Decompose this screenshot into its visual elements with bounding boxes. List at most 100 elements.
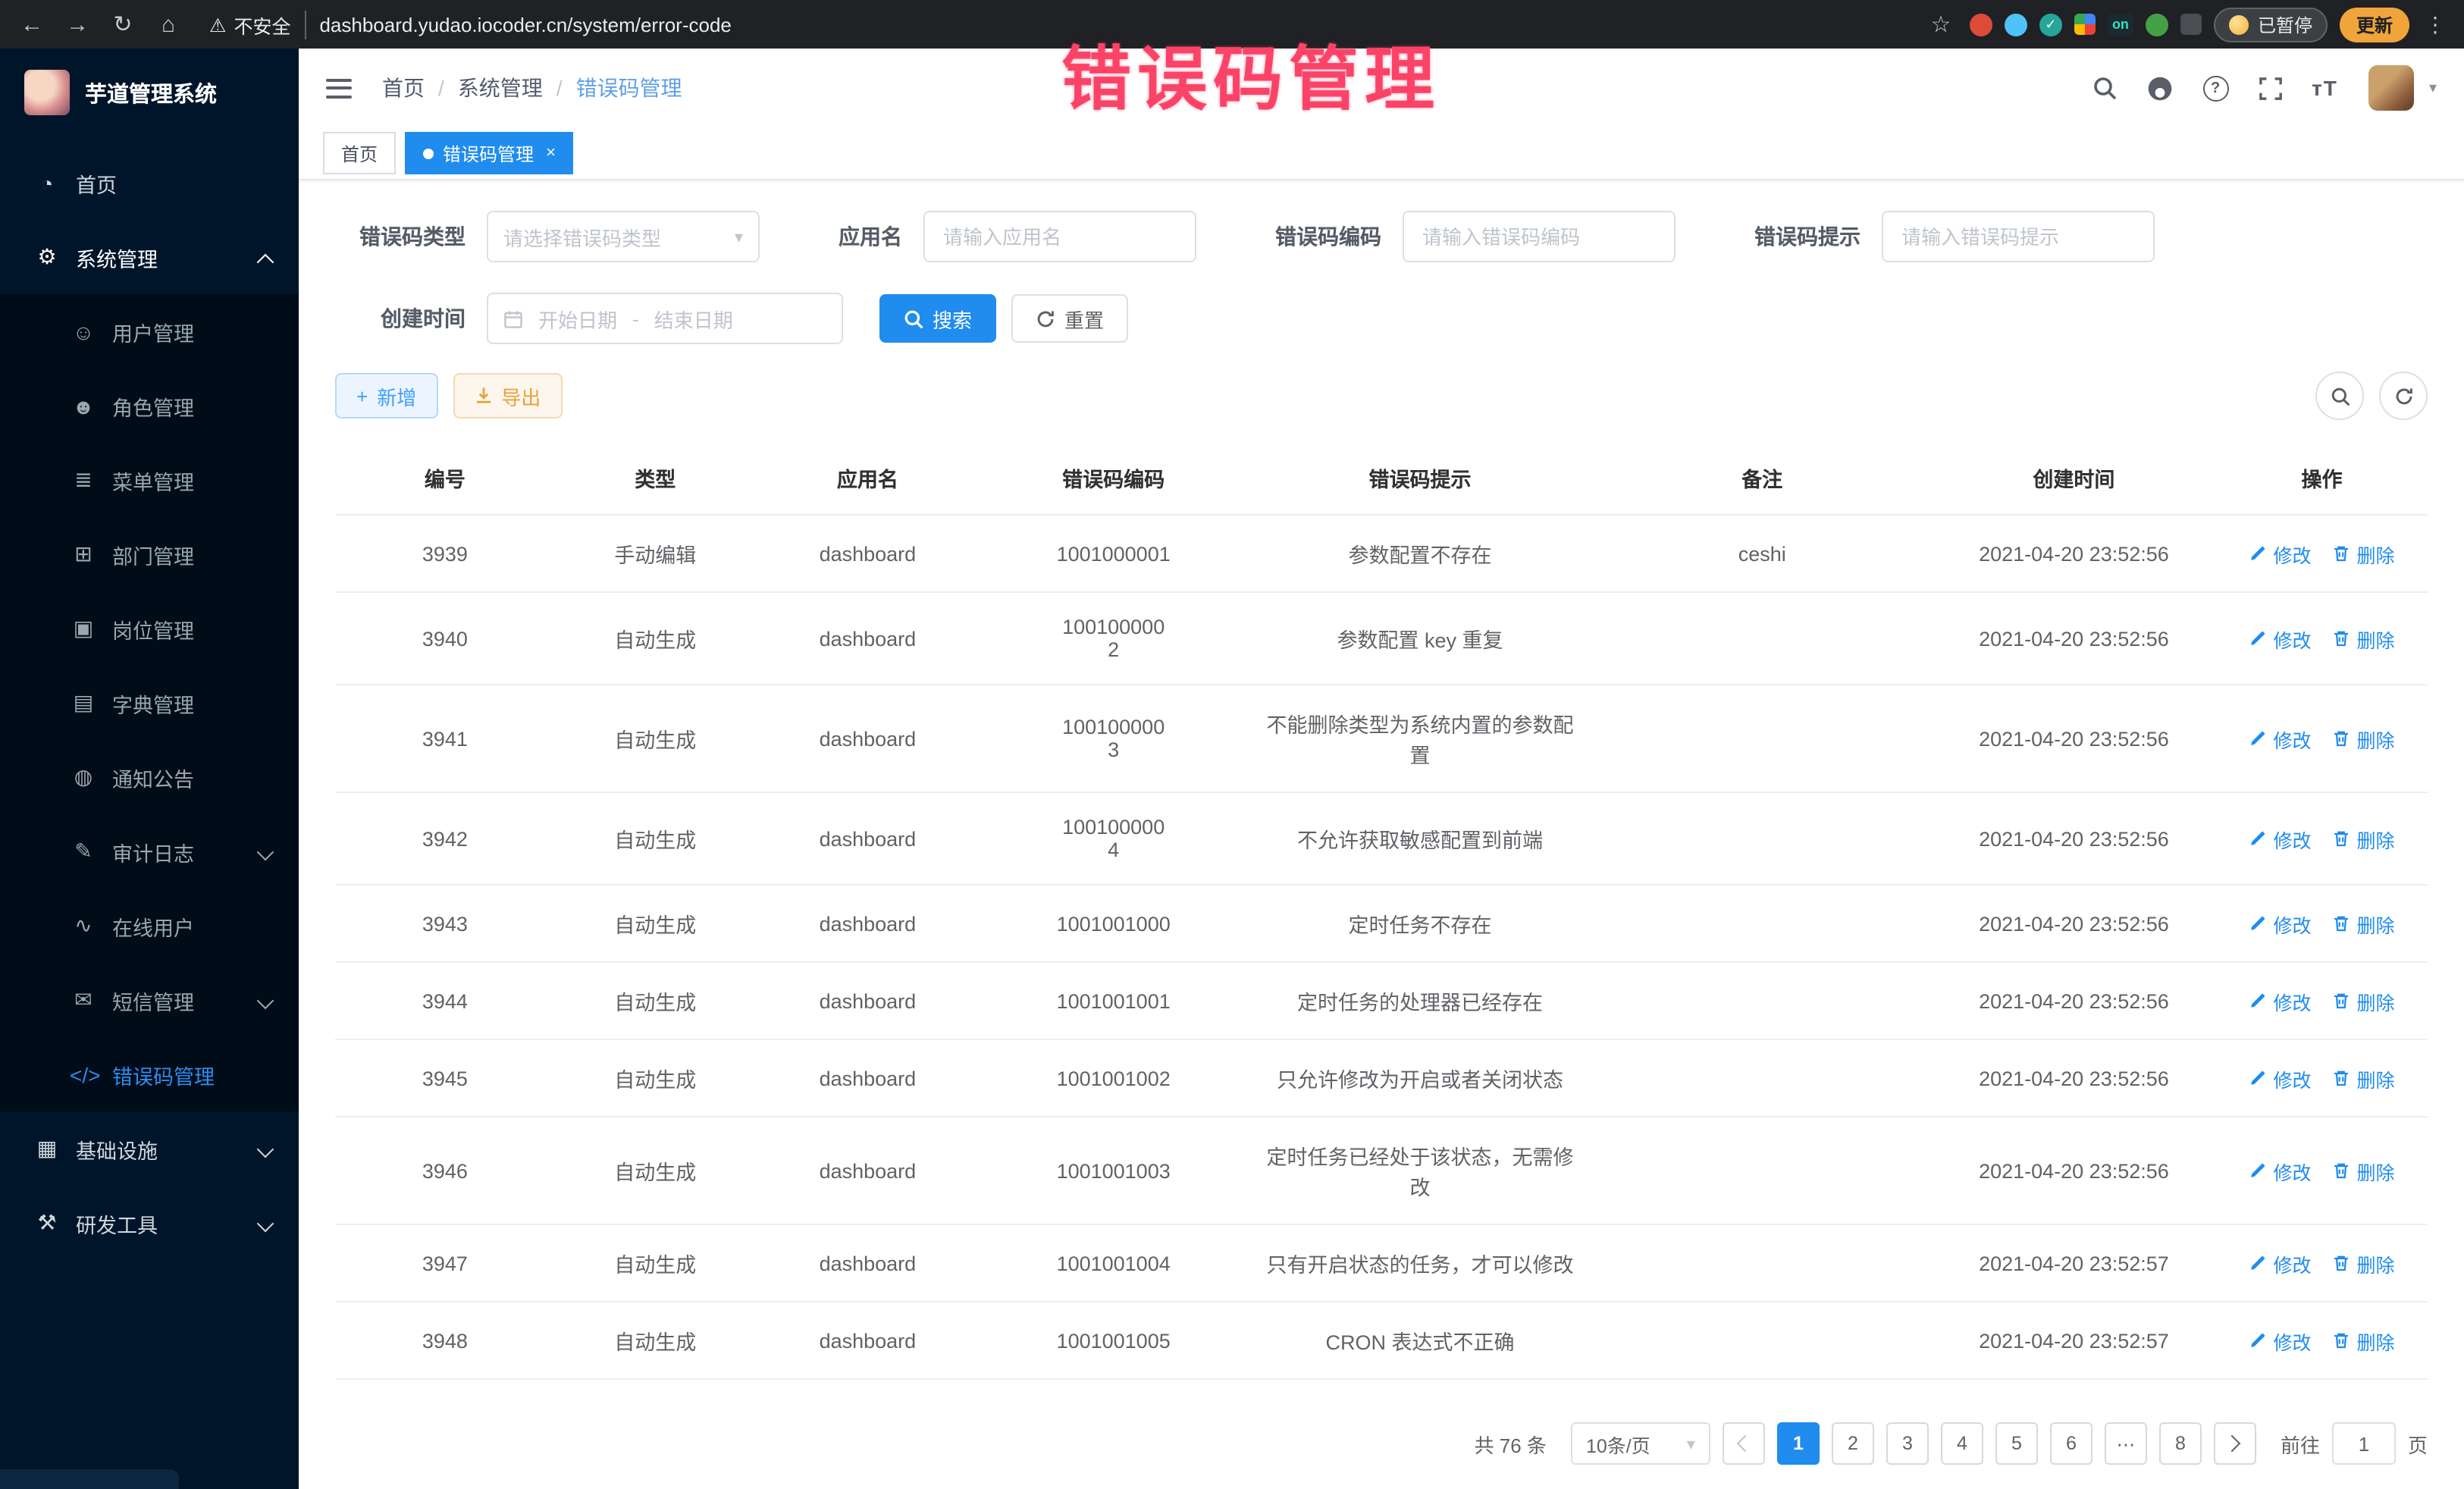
- app-name-input[interactable]: [940, 224, 1180, 249]
- bookmark-star-icon[interactable]: ☆: [1924, 8, 1958, 41]
- page-button-2[interactable]: 2: [1832, 1422, 1874, 1465]
- error-hint-input[interactable]: [1898, 224, 2138, 249]
- page-button-4[interactable]: 4: [1941, 1422, 1983, 1465]
- browser-forward-icon[interactable]: →: [61, 8, 94, 41]
- sidebar-item-sms-management[interactable]: ✉短信管理: [0, 963, 299, 1037]
- cell-message: 不允许获取敏感配置到前端: [1247, 792, 1592, 885]
- sidebar-item-notice-announcement[interactable]: ◍通知公告: [0, 740, 299, 814]
- help-icon[interactable]: ?: [2202, 75, 2228, 101]
- browser-menu-icon[interactable]: ⋮: [2422, 11, 2449, 37]
- sidebar-item-online-users[interactable]: ∿在线用户: [0, 889, 299, 963]
- page-button-5[interactable]: 5: [1995, 1422, 2038, 1465]
- add-button[interactable]: + 新增: [335, 373, 437, 418]
- app-logo[interactable]: 芋道管理系统: [0, 49, 299, 136]
- next-page-button[interactable]: [2214, 1422, 2256, 1465]
- browser-reload-icon[interactable]: ↻: [106, 8, 140, 41]
- delete-link[interactable]: 删除: [2333, 909, 2395, 938]
- page-size-select[interactable]: 10条/页 ▾: [1571, 1422, 1710, 1465]
- error-code-input[interactable]: [1419, 224, 1659, 249]
- edit-link[interactable]: 修改: [2249, 1156, 2312, 1185]
- refresh-button[interactable]: [2379, 371, 2428, 420]
- sidebar-item-infrastructure[interactable]: ▦基础设施: [0, 1111, 299, 1186]
- search-button[interactable]: 搜索: [879, 294, 996, 343]
- prev-page-button[interactable]: [1723, 1422, 1765, 1465]
- sidebar-item-role-management[interactable]: ☻角色管理: [0, 368, 299, 443]
- tab-0[interactable]: 首页: [323, 132, 396, 174]
- cell-id: 3939: [335, 515, 555, 592]
- delete-link[interactable]: 删除: [2333, 1156, 2395, 1185]
- pagination-more[interactable]: ⋯: [2105, 1422, 2147, 1465]
- sidebar-item-menu-management[interactable]: ≣菜单管理: [0, 443, 299, 517]
- extension-icon[interactable]: ✓: [2039, 13, 2062, 36]
- chevron-down-icon[interactable]: ▾: [2429, 80, 2437, 96]
- breadcrumb-item[interactable]: 系统管理: [458, 73, 543, 103]
- page-button-8[interactable]: 8: [2159, 1422, 2202, 1465]
- extension-icon[interactable]: [2005, 13, 2027, 36]
- sidebar-item-label: 在线用户: [112, 911, 194, 941]
- user-avatar[interactable]: [2368, 65, 2414, 111]
- filter-error-type: 错误码类型 请选择错误码类型 ▾: [335, 211, 760, 262]
- cell-code: 1001001003: [980, 1117, 1247, 1224]
- sidebar-item-label: 基础设施: [76, 1133, 158, 1164]
- fullscreen-icon[interactable]: [2259, 77, 2281, 99]
- sidebar-item-dev-tools[interactable]: ⚒研发工具: [0, 1186, 299, 1260]
- tab-1[interactable]: 错误码管理 ×: [405, 132, 574, 174]
- cell-time: 2021-04-20 23:52:57: [1932, 1302, 2216, 1379]
- tab-close-icon[interactable]: ×: [546, 144, 556, 162]
- delete-link[interactable]: 删除: [2333, 624, 2395, 653]
- edit-link[interactable]: 修改: [2249, 539, 2312, 568]
- address-bar[interactable]: ⚠不安全 dashboard.yudao.iocoder.cn/system/e…: [209, 10, 732, 39]
- delete-link[interactable]: 删除: [2333, 539, 2395, 568]
- cell-time: 2021-04-20 23:52:56: [1932, 962, 2216, 1039]
- security-warning[interactable]: ⚠不安全: [209, 10, 306, 39]
- search-icon[interactable]: [2092, 76, 2116, 100]
- edit-link[interactable]: 修改: [2249, 909, 2312, 938]
- browser-update-button[interactable]: 更新: [2340, 7, 2409, 42]
- page-button-6[interactable]: 6: [2050, 1422, 2093, 1465]
- date-range-picker[interactable]: 开始日期 - 结束日期: [487, 293, 843, 344]
- github-icon[interactable]: [2146, 75, 2172, 101]
- sidebar-item-dict-management[interactable]: ▤字典管理: [0, 666, 299, 740]
- edit-icon: [2249, 544, 2268, 563]
- browser-back-icon[interactable]: ←: [15, 8, 49, 41]
- profile-paused-chip[interactable]: 已暂停: [2214, 7, 2328, 42]
- delete-link[interactable]: 删除: [2333, 724, 2395, 753]
- edit-link[interactable]: 修改: [2249, 986, 2312, 1015]
- tab-label: 错误码管理: [443, 140, 534, 166]
- delete-link[interactable]: 删除: [2333, 1326, 2395, 1355]
- breadcrumb-item[interactable]: 首页: [382, 73, 425, 103]
- font-size-icon[interactable]: ᴛT: [2312, 76, 2338, 100]
- extension-icon[interactable]: on: [2108, 13, 2133, 36]
- toggle-search-button[interactable]: [2315, 371, 2364, 420]
- sidebar-item-department-management[interactable]: ⊞部门管理: [0, 517, 299, 591]
- sidebar-item-home[interactable]: ◔首页: [0, 146, 299, 220]
- browser-home-icon[interactable]: ⌂: [152, 8, 185, 41]
- delete-link[interactable]: 删除: [2333, 1249, 2395, 1277]
- edit-link[interactable]: 修改: [2249, 1064, 2312, 1092]
- delete-link[interactable]: 删除: [2333, 1064, 2395, 1092]
- extension-icon[interactable]: [1970, 13, 1992, 36]
- page-button-3[interactable]: 3: [1886, 1422, 1929, 1465]
- sidebar-item-user-management[interactable]: ☺用户管理: [0, 294, 299, 368]
- extension-icon[interactable]: [2146, 13, 2168, 36]
- extension-icon[interactable]: [2074, 14, 2096, 35]
- reset-button[interactable]: 重置: [1011, 294, 1128, 343]
- delete-link[interactable]: 删除: [2333, 824, 2395, 853]
- page-button-1[interactable]: 1: [1777, 1422, 1820, 1465]
- sidebar-toggle-icon[interactable]: [326, 78, 352, 98]
- goto-page-input[interactable]: [2332, 1422, 2396, 1465]
- sidebar-item-audit-log[interactable]: ✎审计日志: [0, 814, 299, 889]
- edit-link[interactable]: 修改: [2249, 1249, 2312, 1277]
- edit-link[interactable]: 修改: [2249, 724, 2312, 753]
- sidebar-item-system-management[interactable]: ⚙系统管理: [0, 220, 299, 294]
- sidebar-item-post-management[interactable]: ▣岗位管理: [0, 591, 299, 666]
- delete-link[interactable]: 删除: [2333, 986, 2395, 1015]
- export-button[interactable]: 导出: [453, 373, 562, 418]
- edit-link[interactable]: 修改: [2249, 824, 2312, 853]
- top-header: 首页 / 系统管理 / 错误码管理 ? ᴛT ▾: [299, 49, 2464, 127]
- edit-link[interactable]: 修改: [2249, 1326, 2312, 1355]
- edit-link[interactable]: 修改: [2249, 624, 2312, 653]
- error-type-select[interactable]: 请选择错误码类型 ▾: [487, 211, 760, 262]
- extensions-puzzle-icon[interactable]: [2180, 14, 2202, 35]
- sidebar-item-error-code-management[interactable]: </>错误码管理: [0, 1037, 299, 1111]
